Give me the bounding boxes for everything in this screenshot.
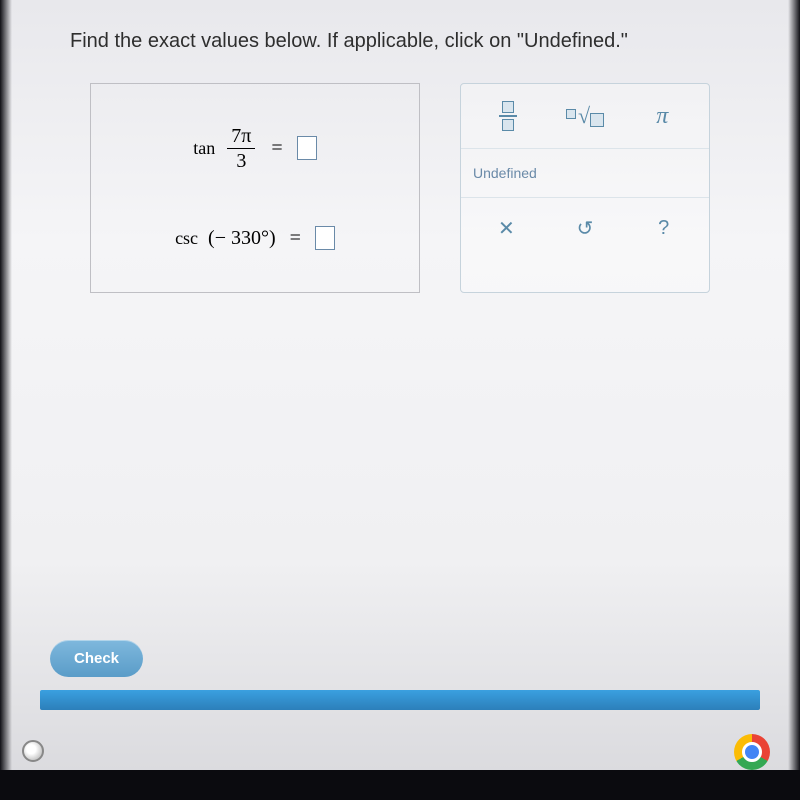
chrome-icon[interactable] [734, 734, 770, 770]
equation-csc: csc (− 330°) = [175, 226, 335, 250]
problem-box: tan 7π 3 = csc (− 330°) = [90, 83, 420, 293]
pi-icon: π [656, 103, 668, 130]
fraction-button[interactable] [480, 101, 536, 131]
tool-panel: √ π Undefined ✕ ↺ ? [460, 83, 710, 293]
sqrt-coeff-icon [566, 109, 576, 119]
sqrt-button[interactable]: √ [557, 105, 613, 127]
sqrt-radicand-icon [590, 113, 604, 127]
equation-tan: tan 7π 3 = [193, 126, 316, 171]
answer-input-2[interactable] [315, 226, 335, 250]
angle-fraction: 7π 3 [227, 126, 255, 171]
fn-tan: tan [193, 138, 215, 159]
fraction-numerator-icon [502, 101, 514, 113]
pi-button[interactable]: π [634, 103, 690, 130]
check-button[interactable]: Check [50, 640, 143, 677]
sqrt-icon: √ [578, 105, 590, 127]
help-button[interactable]: ? [634, 217, 694, 240]
angle-neg330: (− 330°) [208, 227, 276, 250]
fraction-denominator-icon [502, 119, 514, 131]
clear-button[interactable]: ✕ [476, 216, 536, 241]
progress-bar [40, 690, 760, 710]
answer-input-1[interactable] [297, 136, 317, 160]
fn-csc: csc [175, 228, 198, 249]
webcam-icon [22, 740, 44, 762]
reset-button[interactable]: ↺ [555, 216, 615, 241]
instruction-text: Find the exact values below. If applicab… [70, 30, 730, 53]
undefined-button[interactable]: Undefined [461, 148, 709, 198]
